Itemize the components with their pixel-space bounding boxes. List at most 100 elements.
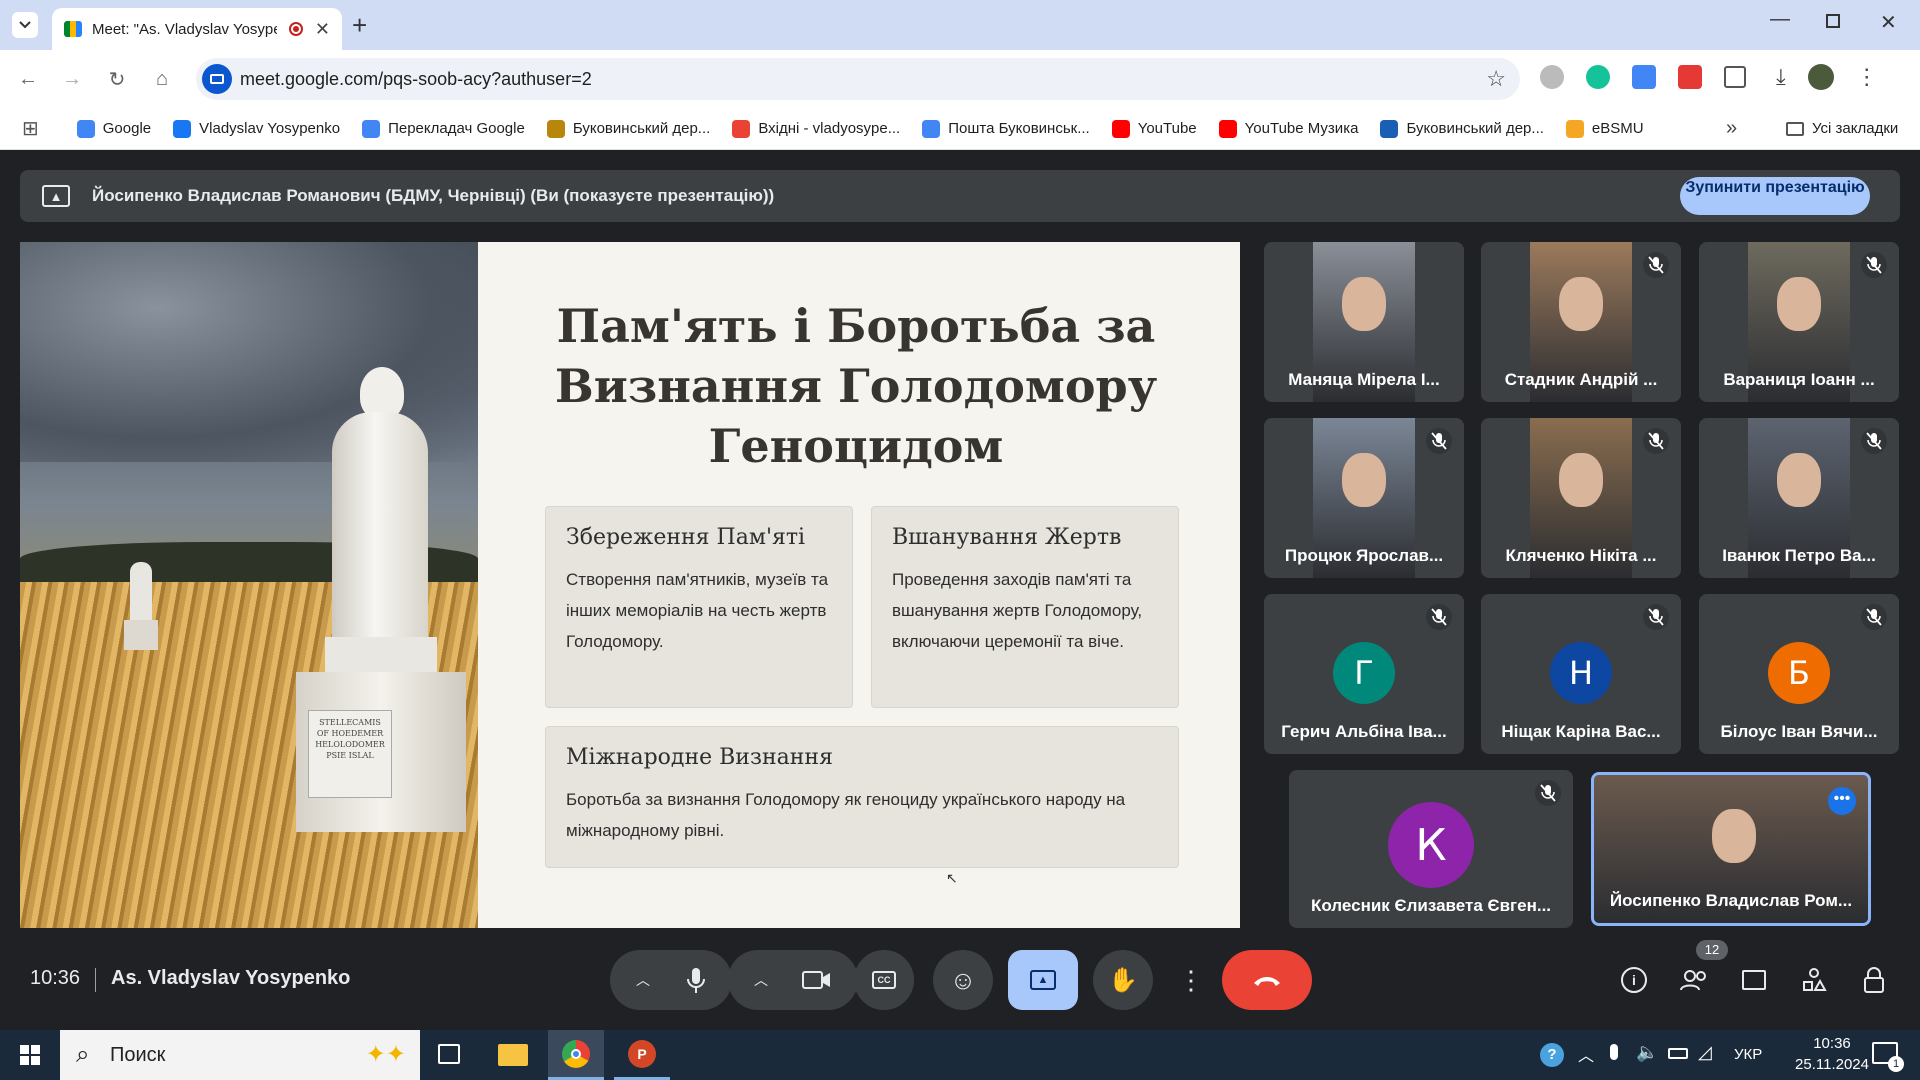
- network-icon[interactable]: ◿: [1698, 1042, 1712, 1063]
- card-text: Створення пам'ятників, музеїв та інших м…: [566, 570, 829, 651]
- participant-tile[interactable]: Стадник Андрій ...: [1481, 242, 1681, 402]
- reload-icon[interactable]: ↻: [105, 67, 129, 91]
- red-extension-icon[interactable]: [1678, 65, 1702, 89]
- captions-button[interactable]: CC: [854, 950, 914, 1010]
- bookmark-item[interactable]: Вхідні - vladyosype...: [732, 119, 901, 138]
- youtube-icon: [1111, 119, 1130, 138]
- puzzle-extensions-icon[interactable]: [1724, 66, 1746, 88]
- chevron-up-icon: ︿: [754, 972, 768, 988]
- bookmark-item[interactable]: YouTube Музика: [1218, 119, 1358, 138]
- powerpoint-taskbar-icon[interactable]: P: [614, 1030, 670, 1080]
- participant-tile[interactable]: Г Герич Альбіна Іва...: [1264, 594, 1464, 754]
- volume-icon[interactable]: 🔈: [1636, 1042, 1658, 1063]
- participant-tile[interactable]: Н Ніщак Каріна Вас...: [1481, 594, 1681, 754]
- card-text: Проведення заходів пам'яті та вшанування…: [892, 570, 1143, 651]
- bookmark-label: Vladyslav Yosypenko: [199, 120, 341, 137]
- mic-muted-icon: [1643, 428, 1669, 454]
- participant-name: Процюк Ярослав...: [1284, 546, 1444, 565]
- participant-name: Маняца Мірела І...: [1288, 370, 1440, 389]
- address-bar[interactable]: meet.google.com/pqs-soob-acy?authuser=2 …: [196, 58, 1520, 100]
- captions-icon: CC: [872, 971, 896, 989]
- tab-close-icon[interactable]: ✕: [315, 19, 330, 40]
- battery-icon[interactable]: [1668, 1048, 1688, 1059]
- bookmark-item[interactable]: Vladyslav Yosypenko: [173, 119, 341, 138]
- taskbar-search-box[interactable]: ⌕ Поиск ✦✦: [60, 1030, 420, 1080]
- minimize-button[interactable]: —: [1770, 8, 1790, 31]
- video-options-button[interactable]: ︿: [728, 950, 858, 1010]
- more-bookmarks-icon[interactable]: »: [1726, 117, 1737, 140]
- language-indicator[interactable]: УКР: [1734, 1046, 1762, 1063]
- help-tray-icon[interactable]: ?: [1540, 1043, 1564, 1067]
- tab-list-button[interactable]: [12, 12, 38, 38]
- people-icon[interactable]: [1678, 964, 1710, 996]
- leave-call-button[interactable]: [1222, 950, 1312, 1010]
- close-window-button[interactable]: ✕: [1880, 10, 1897, 35]
- tray-mic-icon[interactable]: [1610, 1044, 1618, 1060]
- profile-avatar[interactable]: [1807, 64, 1834, 90]
- bookmark-item[interactable]: YouTube: [1111, 119, 1197, 138]
- activities-icon[interactable]: [1798, 964, 1830, 996]
- folder-icon: [1786, 121, 1804, 136]
- meeting-name: As. Vladyslav Yosypenko: [111, 967, 351, 989]
- home-icon[interactable]: ⌂: [150, 67, 174, 91]
- more-options-button[interactable]: ⋮: [1166, 950, 1216, 1010]
- stop-presenting-button[interactable]: Зупинити презентацію: [1680, 177, 1870, 215]
- participant-tile[interactable]: Маняца Мірела І...: [1264, 242, 1464, 402]
- task-view-icon[interactable]: [438, 1044, 460, 1064]
- self-video-tile[interactable]: ••• Йосипенко Владислав Ром...: [1591, 772, 1871, 926]
- globe-extension-icon[interactable]: [1540, 65, 1564, 89]
- bookmark-label: Вхідні - vladyosype...: [758, 120, 901, 137]
- windows-start-icon[interactable]: [20, 1045, 40, 1065]
- chevron-down-icon: [19, 21, 31, 29]
- apps-grid-icon[interactable]: ⊞: [22, 116, 39, 141]
- participant-avatar: К: [1388, 802, 1474, 888]
- taskbar-clock-date[interactable]: 25.11.2024: [1792, 1056, 1872, 1073]
- raise-hand-button[interactable]: ✋: [1093, 950, 1153, 1010]
- new-tab-button[interactable]: +: [352, 10, 367, 41]
- mic-muted-icon: [1861, 252, 1887, 278]
- taskbar-clock-time[interactable]: 10:36: [1792, 1035, 1872, 1052]
- bookmark-item[interactable]: Перекладач Google: [362, 119, 525, 138]
- audio-options-button[interactable]: ︿: [610, 950, 732, 1010]
- restore-button[interactable]: [1826, 14, 1840, 28]
- search-icon: ⌕: [76, 1041, 90, 1068]
- present-now-button[interactable]: ▲: [1008, 950, 1078, 1010]
- grammarly-extension-icon[interactable]: [1586, 65, 1610, 89]
- back-icon[interactable]: ←: [16, 67, 40, 91]
- bookmark-item[interactable]: Google: [76, 119, 151, 138]
- forward-icon[interactable]: →: [60, 67, 84, 91]
- translate-extension-icon[interactable]: [1632, 65, 1656, 89]
- reactions-button[interactable]: ☺: [933, 950, 993, 1010]
- mic-muted-icon: [1426, 604, 1452, 630]
- all-bookmarks-button[interactable]: Усі закладки: [1786, 120, 1898, 137]
- chrome-taskbar-icon[interactable]: [548, 1030, 604, 1080]
- meeting-info-icon[interactable]: i: [1618, 964, 1650, 996]
- card-heading: Збереження Пам'яті: [566, 525, 806, 550]
- participant-tile[interactable]: К Колесник Єлизавета Євген...: [1289, 770, 1573, 928]
- bookmark-item[interactable]: eBSMU: [1565, 119, 1644, 138]
- divider: [95, 968, 96, 992]
- host-controls-icon[interactable]: [1858, 964, 1890, 996]
- site-info-icon[interactable]: [202, 64, 232, 94]
- bookmark-item[interactable]: Буковинський дер...: [546, 119, 710, 138]
- participant-tile[interactable]: Кляченко Нікіта ...: [1481, 418, 1681, 578]
- bookmark-item[interactable]: Буковинський дер...: [1380, 119, 1544, 138]
- tile-more-options-icon[interactable]: •••: [1828, 787, 1856, 815]
- bookmark-star-icon[interactable]: ☆: [1486, 66, 1506, 92]
- tray-chevron-icon[interactable]: ︿: [1578, 1042, 1594, 1066]
- face-shape: [1777, 453, 1821, 508]
- chat-icon[interactable]: [1738, 964, 1770, 996]
- participant-tile[interactable]: Б Білоус Іван Вячи...: [1699, 594, 1899, 754]
- participant-tile[interactable]: Процюк Ярослав...: [1264, 418, 1464, 578]
- file-explorer-icon[interactable]: [498, 1044, 528, 1066]
- participant-tile[interactable]: Вараниця Іоанн ...: [1699, 242, 1899, 402]
- download-icon[interactable]: ⤓: [1776, 64, 1786, 90]
- hand-icon: ✋: [1108, 966, 1138, 994]
- crest-icon: [546, 119, 565, 138]
- browser-menu-icon[interactable]: ⋮: [1856, 64, 1878, 90]
- browser-tab-meet[interactable]: Meet: "As. Vladyslav Yosype ✕: [52, 8, 342, 50]
- participant-tile[interactable]: Іванюк Петро Ва...: [1699, 418, 1899, 578]
- participant-name: Йосипенко Владислав Ром...: [1609, 891, 1853, 910]
- bookmark-item[interactable]: Пошта Буковинськ...: [922, 119, 1090, 138]
- slide-card-memory: Збереження Пам'яті Створення пам'ятників…: [545, 506, 853, 708]
